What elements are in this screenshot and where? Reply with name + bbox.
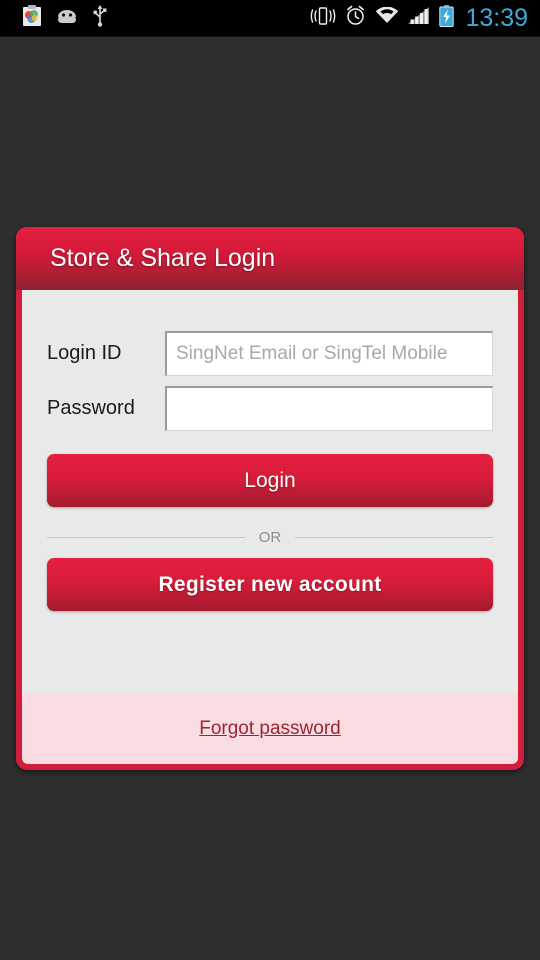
password-input[interactable] <box>165 386 493 431</box>
forgot-password-link[interactable]: Forgot password <box>199 718 341 740</box>
register-new-account-button[interactable]: Register new account <box>47 558 493 611</box>
gallery-icon <box>22 4 42 32</box>
card-header: Store & Share Login <box>16 227 524 290</box>
vibrate-icon <box>310 6 336 31</box>
login-id-placeholder: SingNet Email or SingTel Mobile <box>176 343 448 364</box>
status-bar-right-icons: 13:39 <box>310 3 540 32</box>
status-bar-clock: 13:39 <box>465 3 528 32</box>
card-body: Login ID SingNet Email or SingTel Mobile… <box>22 290 518 693</box>
page-title: Store & Share Login <box>50 244 276 272</box>
usb-icon <box>92 4 108 32</box>
alarm-icon <box>345 5 366 31</box>
battery-charging-icon <box>439 4 455 32</box>
password-label: Password <box>47 397 135 419</box>
divider-line-left <box>47 537 245 538</box>
login-id-input[interactable]: SingNet Email or SingTel Mobile <box>165 331 493 376</box>
password-row: Password <box>47 386 493 431</box>
or-divider: OR <box>47 529 493 546</box>
android-icon <box>56 8 78 29</box>
divider-label: OR <box>258 529 282 546</box>
status-bar-left-icons <box>0 4 108 32</box>
signal-icon <box>408 6 430 30</box>
login-id-label: Login ID <box>47 342 122 364</box>
login-button[interactable]: Login <box>47 454 493 507</box>
login-card: Store & Share Login Login ID SingNet Ema… <box>16 227 524 770</box>
divider-line-right <box>295 537 493 538</box>
status-bar: 13:39 <box>0 0 540 37</box>
card-footer: Forgot password <box>22 693 518 764</box>
wifi-icon <box>375 6 399 30</box>
login-id-row: Login ID SingNet Email or SingTel Mobile <box>47 331 493 376</box>
